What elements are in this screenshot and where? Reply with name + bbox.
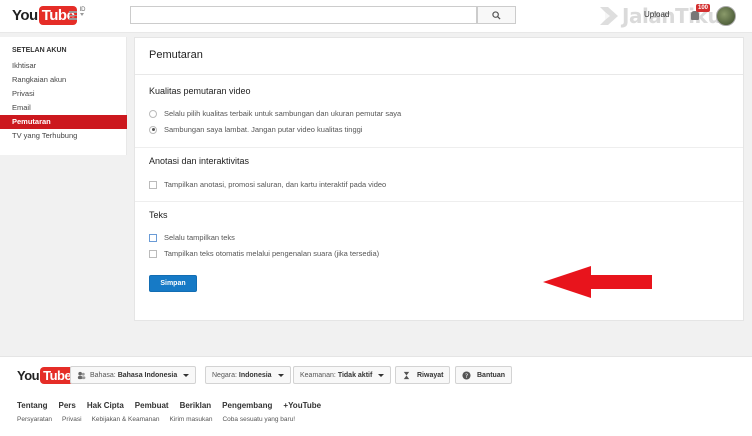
country-value: Indonesia [238,371,272,379]
safety-value: Tidak aktif [337,371,373,379]
footer-link-privacy[interactable]: Privasi [62,416,82,423]
divider [135,147,743,148]
search-input[interactable] [130,6,477,24]
notifications-button[interactable]: 100 [688,4,711,22]
chevron-down-icon [80,13,84,16]
sidebar-heading: SETELAN AKUN [12,47,67,54]
option-label: Tampilkan teks otomatis melalui pengenal… [164,249,380,258]
menu-icon-bar [69,11,77,13]
divider [135,74,743,75]
safety-mode-picker[interactable]: Keamanan: Tidak aktif [293,366,392,384]
country-picker[interactable]: Negara: Indonesia [205,366,291,384]
footer-link-creators[interactable]: Pembuat [135,401,169,410]
footer-link-press[interactable]: Pers [59,401,76,410]
footer-secondary-links: Persyaratan Privasi Kebijakan & Keamanan… [17,416,295,423]
masthead: You Tube ID JalanTikus Upload 100 [0,0,752,33]
quality-option-slow[interactable]: Sambungan saya lambat. Jangan putar vide… [149,125,362,134]
option-label: Selalu tampilkan teks [164,233,235,242]
captions-option-auto[interactable]: Tampilkan teks otomatis melalui pengenal… [149,249,379,258]
menu-icon-bar [69,14,77,16]
settings-sidebar: SETELAN AKUN Ikhtisar Rangkaian akun Pri… [0,37,127,155]
language-picker[interactable]: Bahasa: Bahasa Indonesia [70,366,197,384]
red-arrow-annotation [543,266,652,298]
notification-count-badge: 100 [696,4,711,12]
bell-icon [691,11,699,20]
footer-link-terms[interactable]: Persyaratan [17,416,52,423]
checkbox[interactable] [149,233,157,242]
safety-label: Keamanan: [300,371,336,379]
sidebar-item-connected-tv[interactable]: TV yang Terhubung [0,129,127,143]
chevron-down-icon [378,373,385,377]
chevron-down-icon [277,373,284,377]
help-icon: ? [462,370,471,380]
radio-button-selected[interactable] [149,125,157,134]
upload-button[interactable]: Upload [644,10,669,19]
captions-section-title: Teks [149,210,168,220]
footer-youtube-logo[interactable]: You Tube [17,367,75,384]
watermark-mark-icon [598,5,620,27]
sidebar-item-email[interactable]: Email [0,101,127,115]
avatar[interactable] [716,6,736,26]
guide-menu-button[interactable] [69,11,85,21]
annotations-option[interactable]: Tampilkan anotasi, promosi saluran, dan … [149,180,386,189]
option-label: Sambungan saya lambat. Jangan putar vide… [164,125,363,134]
quality-section-title: Kualitas pemutaran video [149,86,251,96]
sidebar-item-playback[interactable]: Pemutaran [0,115,127,129]
footer-link-advertise[interactable]: Beriklan [180,401,212,410]
hourglass-icon [403,371,410,379]
help-label: Bantuan [477,371,505,379]
search-button[interactable] [477,6,516,24]
sidebar-item-connected-accounts[interactable]: Rangkaian akun [0,73,127,87]
playback-settings-panel: Pemutaran Kualitas pemutaran video Selal… [134,37,744,321]
footer-link-send-feedback[interactable]: Kirim masukan [170,416,213,423]
logo-you-text: You [12,7,38,24]
page-title: Pemutaran [149,49,203,61]
language-value: Bahasa Indonesia [117,371,178,379]
svg-text:?: ? [465,373,468,380]
footer-link-about[interactable]: Tentang [17,401,48,410]
captions-option-always[interactable]: Selalu tampilkan teks [149,233,235,242]
checkbox[interactable] [149,249,157,258]
footer: You Tube Bahasa: Bahasa Indonesia Negara… [0,356,752,436]
divider [135,201,743,202]
quality-option-best[interactable]: Selalu pilih kualitas terbaik untuk samb… [149,109,401,118]
language-label: Bahasa: [90,371,116,379]
help-button[interactable]: ? Bantuan [455,366,512,384]
sidebar-item-privacy[interactable]: Privasi [0,87,127,101]
history-label: Riwayat [417,371,444,379]
footer-link-copyright[interactable]: Hak Cipta [87,401,124,410]
history-button[interactable]: Riwayat [395,366,451,384]
country-label: Negara: [212,371,237,379]
footer-primary-links: Tentang Pers Hak Cipta Pembuat Beriklan … [17,401,321,410]
footer-link-developers[interactable]: Pengembang [222,401,272,410]
footer-link-try-new[interactable]: Coba sesuatu yang baru! [222,416,295,423]
sidebar-list: Ikhtisar Rangkaian akun Privasi Email Pe… [0,59,127,143]
footer-link-plus-youtube[interactable]: +YouTube [283,401,321,410]
sidebar-item-overview[interactable]: Ikhtisar [0,59,127,73]
annotations-section-title: Anotasi dan interaktivitas [149,156,250,166]
footer-link-policy-safety[interactable]: Kebijakan & Keamanan [92,416,160,423]
save-button[interactable]: Simpan [149,275,197,292]
logo-you-text: You [17,368,40,383]
option-label: Selalu pilih kualitas terbaik untuk samb… [164,109,402,118]
menu-icon-bar [69,18,77,20]
language-icon [77,371,86,379]
chevron-down-icon [183,373,190,377]
checkbox[interactable] [149,180,157,189]
radio-button[interactable] [149,109,157,118]
option-label: Tampilkan anotasi, promosi saluran, dan … [164,180,387,189]
search-icon [492,10,501,20]
